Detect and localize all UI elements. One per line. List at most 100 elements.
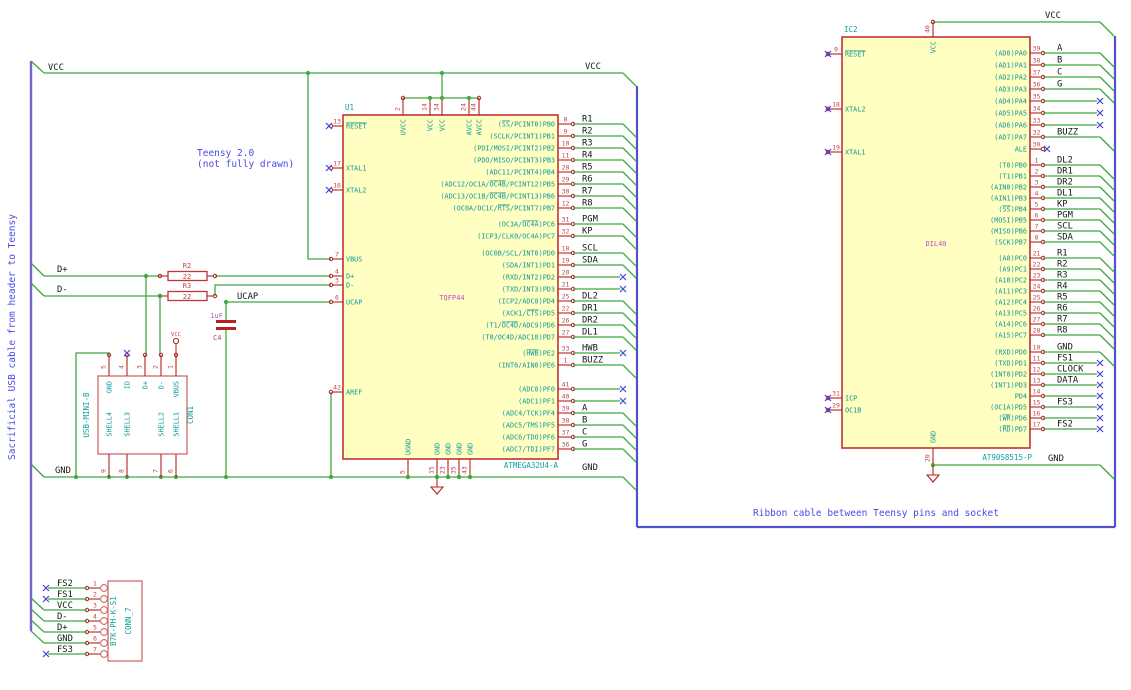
pin-number: 20: [562, 269, 570, 277]
pin-number: 31: [562, 216, 570, 224]
net-label-HWB: HWB: [582, 344, 598, 354]
net-label-R8: R8: [1057, 326, 1068, 336]
pin-number: 17: [1033, 421, 1041, 429]
pin-name: VCC: [427, 119, 435, 131]
wire: [1099, 334, 1115, 350]
wire: [622, 424, 637, 439]
note-ribbon-cable: Ribbon cable between Teensy pins and soc…: [753, 508, 999, 519]
value-u1: ATMEGA32U4-A: [504, 461, 559, 470]
junction-dot: [73, 474, 79, 480]
pin-name: OC1B: [845, 407, 861, 415]
pin-number: 2: [152, 365, 160, 369]
net-label-DL1: DL1: [582, 328, 598, 338]
pin-number: 5: [100, 365, 108, 369]
net-label-SDA: SDA: [1057, 233, 1074, 243]
pin-number: 28: [562, 164, 570, 172]
wire: [1099, 279, 1115, 295]
pin-number: 21: [562, 281, 570, 289]
wire: [1099, 312, 1115, 328]
pin-name: (A11)PC3: [994, 288, 1027, 296]
pin-number: 19: [562, 257, 570, 265]
wire: [1099, 219, 1115, 235]
pin-name: (SCK)PB7: [994, 239, 1027, 247]
pin-number: 19: [832, 144, 840, 152]
pin-name: (ADC1)PF1: [518, 398, 555, 406]
pin-name: (INT6/AIN0)PE6: [498, 362, 555, 370]
wire: [30, 262, 45, 277]
junction-dot: [157, 293, 163, 299]
pin-number: 1: [1035, 157, 1039, 165]
pin-name: (MOSI)PB5: [990, 217, 1027, 225]
package-u1: TQFP44: [439, 294, 464, 302]
pin-number: 23: [1033, 272, 1041, 280]
pin-number: 37: [1033, 69, 1041, 77]
pin-name: (AD2)PA2: [994, 74, 1027, 82]
pin-name: (HWB)PE2: [522, 350, 555, 358]
pin-number: 6: [335, 294, 339, 302]
pin-name: VBUS: [173, 381, 181, 397]
pin-number: 7: [1035, 223, 1039, 231]
wire: [622, 72, 637, 87]
schematic-canvas[interactable]: U1ATMEGA32U4-ATQFP442UVCC14VCC34VCC24AVC…: [0, 0, 1131, 690]
net-label-VCC: VCC: [48, 63, 64, 73]
pin-number: 8: [118, 469, 126, 473]
pin-name: D+: [346, 273, 354, 281]
net-label-R7: R7: [582, 187, 593, 197]
pin-number: 40: [924, 25, 932, 33]
pin-number: 23: [439, 466, 447, 474]
pin-number: 38: [1033, 57, 1041, 65]
pin-name: (ADC6/TDO)PF6: [502, 434, 555, 442]
pin-name: (ADC0)PF0: [518, 386, 555, 394]
junction-dot: [223, 299, 229, 305]
ref-r2: R2: [183, 262, 191, 270]
pin-name: (ADC12/OC1A/OC4B/PCINT12)PB5: [440, 181, 555, 189]
pin-number: 10: [562, 140, 570, 148]
wire: [622, 324, 637, 339]
net-label-DR2: DR2: [582, 316, 598, 326]
pin-number: 1: [93, 580, 97, 588]
wire: [1099, 21, 1115, 37]
junction-dot: [328, 474, 334, 480]
pin-name: (AD3)PA3: [994, 86, 1027, 94]
pin-end: [1040, 146, 1046, 152]
pin-name: XTAL2: [346, 187, 366, 195]
wire: [1099, 88, 1115, 104]
conn7-pad: [100, 584, 108, 592]
pin-name: D-: [346, 282, 354, 290]
value-ic2: AT90S8515-P: [982, 453, 1032, 462]
wire: [1099, 301, 1115, 317]
net-label-G: G: [582, 440, 587, 450]
wire: [30, 60, 45, 74]
pin-name: (T1)PB1: [998, 173, 1027, 181]
pin-name: (ADC4/TCK)PF4: [502, 410, 555, 418]
pin-number: 36: [1033, 81, 1041, 89]
net-label-A: A: [1057, 44, 1063, 54]
pin-name: (A12)PC4: [994, 299, 1027, 307]
pin-number: 4: [93, 613, 97, 621]
pin-name: (T1/OC4D/ADC9)PD6: [485, 322, 555, 330]
pin-number: 30: [562, 188, 570, 196]
pin-number: 35: [450, 466, 458, 474]
net-label-R6: R6: [1057, 304, 1068, 314]
pin-name: (OC0B/SCL/INT0)PD0: [481, 250, 555, 258]
pin-name: (A14)PC6: [994, 321, 1027, 329]
wire: [30, 608, 45, 622]
wire: [1099, 230, 1115, 246]
value-r2: 22: [183, 273, 191, 281]
pin-number: 4: [118, 365, 126, 369]
pin-name: (AD1)PA1: [994, 62, 1027, 70]
pin-number: 32: [1033, 129, 1041, 137]
net-label-A: A: [582, 404, 588, 414]
net-label-D+: D+: [57, 265, 68, 275]
pin-number: 24: [1033, 283, 1041, 291]
pin-number: 16: [1033, 410, 1041, 418]
net-label-UCAP: UCAP: [237, 292, 258, 302]
net-label-FS1: FS1: [1057, 354, 1073, 364]
pin-number: 4: [335, 268, 339, 276]
wire: [622, 364, 637, 379]
pin-name: (ADC11/PCINT4)PB4: [485, 169, 555, 177]
pin-number: 31: [832, 390, 840, 398]
wire: [622, 223, 637, 238]
wire: [1099, 52, 1115, 68]
vcc-symbol-icon: [172, 337, 180, 345]
